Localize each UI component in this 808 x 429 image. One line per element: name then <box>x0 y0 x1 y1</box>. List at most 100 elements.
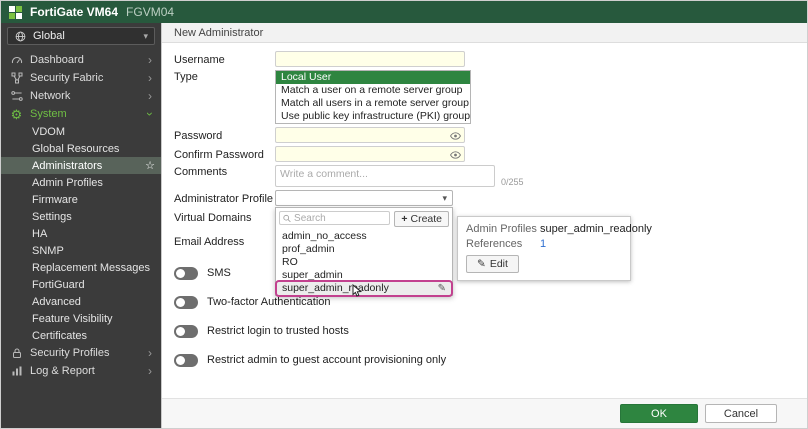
vdom-selector[interactable]: Global ▾ <box>7 27 155 45</box>
restrict-guest-label: Restrict admin to guest account provisio… <box>207 354 446 366</box>
sidebar-item-administrators[interactable]: Administrators ☆ <box>1 157 161 174</box>
sidebar-item-label: Network <box>30 90 70 102</box>
mouse-cursor <box>352 284 363 297</box>
pencil-icon: ✎ <box>477 258 486 270</box>
fabric-icon <box>10 72 23 84</box>
type-option-remote-group[interactable]: Match all users in a remote server group <box>276 97 470 110</box>
profile-option-prof-admin[interactable]: prof_admin <box>276 243 452 256</box>
password-label: Password <box>174 129 275 142</box>
sms-toggle[interactable] <box>174 267 198 280</box>
sms-label: SMS <box>207 267 231 279</box>
lock-icon <box>10 347 23 359</box>
caret-down-icon: ▾ <box>143 31 148 42</box>
profile-option-super-admin[interactable]: super_admin <box>276 269 452 282</box>
email-label: Email Address <box>174 235 275 248</box>
admin-profile-dropdown: + Create admin_no_access prof_admin RO s… <box>275 207 453 296</box>
comments-row: Comments 0/255 <box>174 165 807 187</box>
password-row: Password <box>174 127 807 143</box>
profile-option-admin-no-access[interactable]: admin_no_access <box>276 230 452 243</box>
create-label: Create <box>410 213 442 225</box>
type-option-remote-user[interactable]: Match a user on a remote server group <box>276 84 470 97</box>
edit-profile-button[interactable]: ✎ Edit <box>466 255 519 273</box>
profile-search[interactable] <box>279 211 390 225</box>
sidebar-item-label: Dashboard <box>30 54 84 66</box>
admin-profile-select-wrap: ▾ + Create ad <box>275 190 453 206</box>
admin-profile-select[interactable]: ▾ <box>275 190 453 206</box>
confirm-password-input[interactable] <box>275 146 465 162</box>
chevron-right-icon: › <box>148 72 152 84</box>
fortinet-logo-icon <box>9 6 22 19</box>
chevron-down-icon: › <box>144 112 156 116</box>
type-listbox: Local User Match a user on a remote serv… <box>275 70 471 124</box>
two-factor-label: Two-factor Authentication <box>207 296 331 308</box>
sidebar-item-security-fabric[interactable]: Security Fabric › <box>1 69 161 87</box>
sidebar: Global ▾ Dashboard › Security Fabric › N… <box>1 23 161 428</box>
sidebar-item-feature-visibility[interactable]: Feature Visibility <box>1 310 161 327</box>
comments-input[interactable] <box>275 165 495 187</box>
two-factor-row: Two-factor Authentication <box>174 294 807 310</box>
username-input[interactable] <box>275 51 465 67</box>
username-label: Username <box>174 53 275 66</box>
eye-icon[interactable] <box>450 150 461 162</box>
sidebar-item-security-profiles[interactable]: Security Profiles › <box>1 344 161 362</box>
sidebar-item-replacement-messages[interactable]: Replacement Messages <box>1 259 161 276</box>
main-content: New Administrator Username Type Local Us… <box>161 23 807 428</box>
restrict-guest-toggle[interactable] <box>174 354 198 367</box>
app-title: FortiGate VM64 <box>30 5 118 19</box>
sidebar-item-fortiguard[interactable]: FortiGuard <box>1 276 161 293</box>
edit-pencil-icon[interactable]: ✎ <box>438 282 446 295</box>
favorite-star-icon[interactable]: ☆ <box>145 159 155 172</box>
chevron-right-icon: › <box>148 54 152 66</box>
profile-option-super-admin-readonly[interactable]: super_admin_readonly ✎ <box>276 282 452 295</box>
comments-counter: 0/255 <box>501 177 524 187</box>
gear-icon: ⚙ <box>10 108 23 121</box>
references-count[interactable]: 1 <box>540 238 546 250</box>
popover-profile-label: Admin Profiles <box>466 223 540 235</box>
sidebar-item-firmware[interactable]: Firmware <box>1 191 161 208</box>
sidebar-item-log-report[interactable]: Log & Report › <box>1 362 161 380</box>
restrict-hosts-toggle[interactable] <box>174 325 198 338</box>
admin-profile-row: Administrator Profile ▾ + <box>174 190 807 206</box>
ok-button[interactable]: OK <box>620 404 698 423</box>
profile-option-ro[interactable]: RO <box>276 256 452 269</box>
password-input[interactable] <box>275 127 465 143</box>
sidebar-item-dashboard[interactable]: Dashboard › <box>1 51 161 69</box>
chevron-right-icon: › <box>148 90 152 102</box>
username-row: Username <box>174 51 807 67</box>
chart-icon <box>10 365 23 377</box>
sidebar-item-certificates[interactable]: Certificates <box>1 327 161 344</box>
type-row: Type Local User Match a user on a remote… <box>174 70 807 124</box>
create-profile-button[interactable]: + Create <box>394 211 449 227</box>
type-label: Type <box>174 70 275 83</box>
profile-search-input[interactable] <box>294 213 386 224</box>
sidebar-item-network[interactable]: Network › <box>1 87 161 105</box>
sidebar-item-label: Log & Report <box>30 365 95 377</box>
sidebar-item-advanced[interactable]: Advanced <box>1 293 161 310</box>
two-factor-toggle[interactable] <box>174 296 198 309</box>
form-footer: OK Cancel <box>162 398 807 428</box>
confirm-password-row: Confirm Password <box>174 146 807 162</box>
sidebar-item-settings[interactable]: Settings <box>1 208 161 225</box>
restrict-hosts-row: Restrict login to trusted hosts <box>174 323 807 339</box>
sidebar-item-label: System <box>30 108 67 120</box>
type-option-pki[interactable]: Use public key infrastructure (PKI) grou… <box>276 110 470 123</box>
search-icon <box>283 214 291 223</box>
eye-icon[interactable] <box>450 131 461 143</box>
sidebar-item-label: Security Fabric <box>30 72 103 84</box>
profile-option-label: super_admin_readonly <box>282 282 389 295</box>
edit-label: Edit <box>490 258 508 270</box>
cancel-button[interactable]: Cancel <box>705 404 777 423</box>
sidebar-item-admin-profiles[interactable]: Admin Profiles <box>1 174 161 191</box>
virtual-domains-label: Virtual Domains <box>174 211 275 224</box>
restrict-hosts-label: Restrict login to trusted hosts <box>207 325 349 337</box>
sidebar-item-label: Security Profiles <box>30 347 109 359</box>
sidebar-item-vdom[interactable]: VDOM <box>1 123 161 140</box>
popover-profile-value: super_admin_readonly <box>540 223 652 235</box>
type-option-local-user[interactable]: Local User <box>276 71 470 84</box>
sidebar-item-system[interactable]: ⚙ System › <box>1 105 161 123</box>
sidebar-item-ha[interactable]: HA <box>1 225 161 242</box>
new-administrator-form: Username Type Local User Match a user on… <box>162 43 807 368</box>
sidebar-item-snmp[interactable]: SNMP <box>1 242 161 259</box>
sidebar-item-global-resources[interactable]: Global Resources <box>1 140 161 157</box>
chevron-right-icon: › <box>148 365 152 377</box>
